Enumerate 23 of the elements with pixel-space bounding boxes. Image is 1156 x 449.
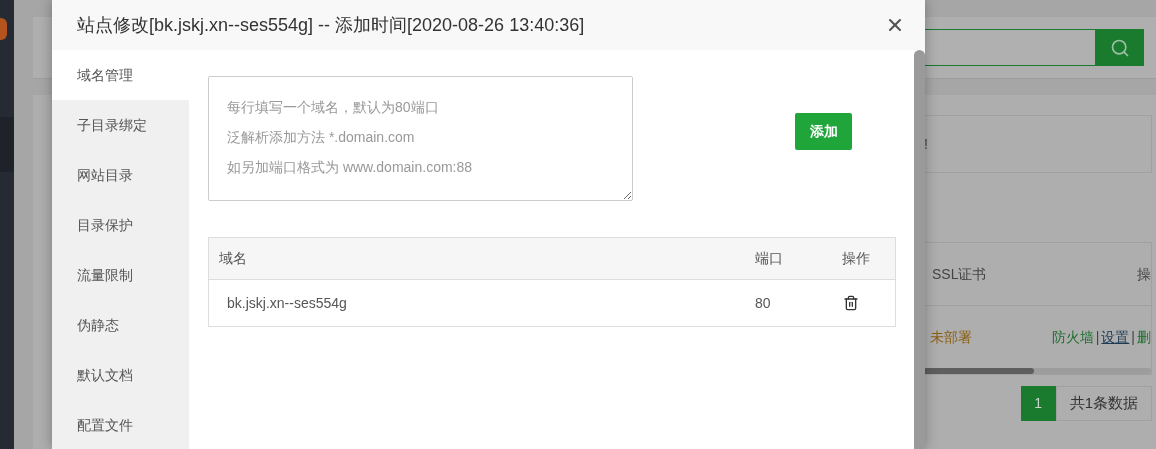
action-link[interactable]: 设置	[1101, 326, 1130, 348]
search-icon	[1110, 37, 1130, 58]
logo-icon	[0, 18, 7, 40]
column-header: 操	[1137, 264, 1151, 284]
notice-text: !	[924, 134, 928, 154]
ssl-status: 未部署	[930, 327, 972, 347]
column-header: 操作	[842, 249, 871, 268]
column-header: 端口	[755, 249, 784, 268]
separator: |	[1095, 327, 1100, 347]
port-cell-text: 80	[755, 293, 772, 313]
domain-input[interactable]: 每行填写一个域名，默认为80端口 泛解析添加方法 *.domain.com 如另加端口格式为 www.domain.com:88	[208, 76, 633, 201]
search-button[interactable]	[1096, 29, 1144, 66]
dialog-scrollbar[interactable]	[914, 50, 925, 449]
column-header: SSL证书	[932, 264, 987, 284]
trash-icon	[843, 295, 859, 311]
delete-button[interactable]	[843, 295, 859, 311]
total-count: 共1条数据	[1055, 386, 1152, 421]
nav-tab[interactable]: 域名管理	[52, 50, 189, 100]
separator: |	[1131, 327, 1135, 347]
dialog-title: 站点修改[bk.jskj.xn--ses554g] -- 添加时间[2020-08-26 13:40:36]	[77, 13, 585, 37]
domain-cell-text: bk.jskj.xn--ses554g	[226, 293, 348, 313]
column-header: 域名	[218, 249, 248, 268]
page-button[interactable]: 1	[1020, 386, 1056, 421]
